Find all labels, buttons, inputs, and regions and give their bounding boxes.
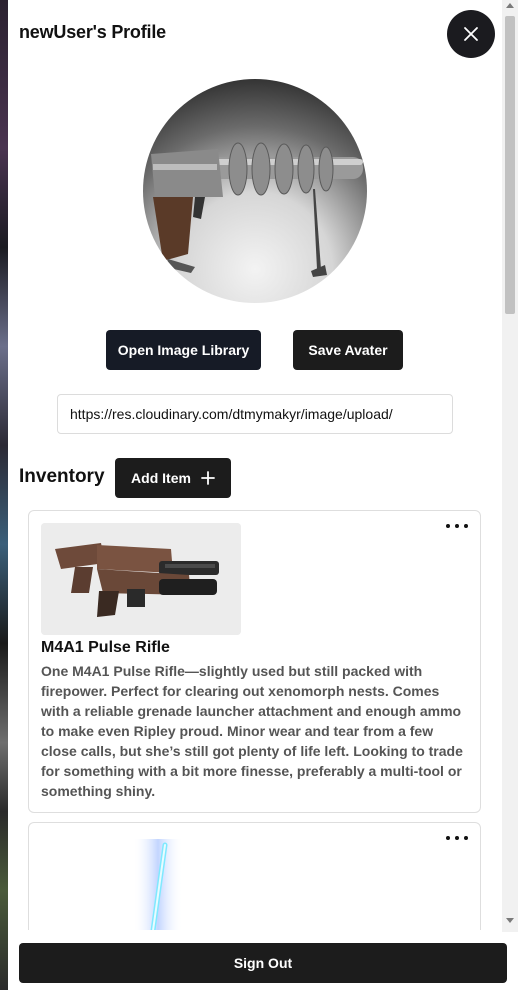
inventory-title: Inventory	[19, 466, 105, 487]
profile-modal: newUser's Profile Open Image Library Sav…	[8, 0, 518, 990]
avatar-url-input[interactable]: https://res.cloudinary.com/dtmymakyr/ima…	[57, 394, 453, 434]
sign-out-button[interactable]: Sign Out	[19, 943, 507, 983]
more-options-button[interactable]	[446, 831, 468, 845]
inventory-item-card	[28, 822, 481, 930]
item-name: M4A1 Pulse Rifle	[41, 639, 170, 656]
save-avatar-button[interactable]: Save Avater	[293, 330, 403, 370]
plus-icon	[201, 471, 215, 485]
item-description: One M4A1 Pulse Rifle—slightly used but s…	[41, 663, 463, 799]
lightsaber-image	[133, 839, 183, 930]
page-title: newUser's Profile	[19, 22, 166, 42]
scroll-up-icon[interactable]	[506, 3, 514, 8]
close-icon	[464, 27, 478, 41]
avatar	[143, 79, 367, 303]
more-horizontal-icon	[446, 524, 450, 528]
scrollbar[interactable]	[502, 0, 518, 932]
open-image-library-button[interactable]: Open Image Library	[106, 330, 261, 370]
inventory-item-card: M4A1 Pulse Rifle One M4A1 Pulse Rifle—sl…	[28, 510, 481, 813]
background-page	[0, 0, 8, 990]
ray-gun-image	[151, 142, 363, 277]
scrollbar-thumb[interactable]	[505, 16, 515, 314]
modal-scroll-content: newUser's Profile Open Image Library Sav…	[8, 0, 502, 930]
more-horizontal-icon	[446, 836, 450, 840]
scroll-down-icon[interactable]	[506, 918, 514, 923]
pulse-rifle-image	[41, 523, 241, 635]
close-button[interactable]	[447, 10, 495, 58]
item-image	[41, 523, 241, 635]
add-item-label: Add Item	[131, 470, 191, 486]
more-options-button[interactable]	[446, 519, 468, 533]
add-item-button[interactable]: Add Item	[115, 458, 231, 498]
